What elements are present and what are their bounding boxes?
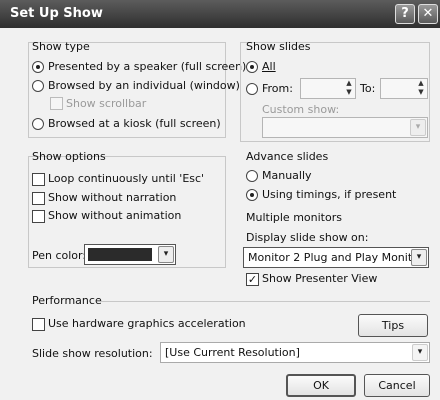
chevron-down-icon[interactable]: ▾	[410, 119, 426, 136]
resolution-value: [Use Current Resolution]	[165, 346, 300, 359]
label-from: From:	[262, 82, 293, 95]
label-manually: Manually	[262, 169, 312, 182]
loop-checkbox[interactable]	[32, 173, 45, 186]
label-using-timings: Using timings, if present	[262, 188, 397, 201]
hw-accel-checkbox[interactable]	[32, 318, 45, 331]
radio-browsed-by-individual[interactable]	[32, 80, 44, 92]
no-animation-checkbox[interactable]	[32, 210, 45, 223]
radio-using-timings[interactable]	[246, 189, 258, 201]
display-on-label: Display slide show on:	[246, 231, 369, 244]
tips-button[interactable]: Tips	[358, 314, 428, 337]
label-browsed-at-kiosk: Browsed at a kiosk (full screen)	[48, 117, 221, 130]
ok-button[interactable]: OK	[286, 374, 356, 397]
performance-divider	[100, 301, 430, 302]
performance-heading: Performance	[32, 294, 102, 307]
spin-down-icon[interactable]: ▼	[418, 88, 423, 96]
from-spin-arrows[interactable]: ▲ ▼	[343, 79, 355, 98]
advance-slides-heading: Advance slides	[246, 150, 329, 163]
show-scrollbar-label: Show scrollbar	[66, 97, 147, 110]
spin-down-icon[interactable]: ▼	[346, 88, 351, 96]
presenter-view-checkbox[interactable]: ✓	[246, 273, 259, 286]
help-button[interactable]: ?	[395, 4, 415, 24]
presenter-view-label: Show Presenter View	[262, 272, 378, 285]
label-browsed-by-individual: Browsed by an individual (window)	[48, 79, 240, 92]
custom-show-label: Custom show:	[262, 103, 340, 116]
pen-color-label: Pen color:	[32, 249, 87, 262]
resolution-label: Slide show resolution:	[32, 347, 153, 360]
set-up-show-dialog: Set Up Show ? ✕ Show type Presented by a…	[0, 0, 440, 400]
show-options-heading: Show options	[32, 150, 106, 163]
loop-label: Loop continuously until 'Esc'	[48, 172, 205, 185]
resolution-dropdown[interactable]: [Use Current Resolution] ▾	[160, 342, 430, 363]
dialog-title: Set Up Show	[10, 6, 103, 21]
pen-color-picker[interactable]: ▾	[84, 244, 176, 265]
pen-color-swatch	[88, 248, 152, 261]
custom-show-dropdown[interactable]: ▾	[262, 117, 428, 138]
multiple-monitors-heading: Multiple monitors	[246, 211, 342, 224]
show-scrollbar-checkbox[interactable]	[50, 97, 63, 110]
close-button[interactable]: ✕	[418, 4, 438, 24]
label-presented-by-speaker: Presented by a speaker (full screen)	[48, 60, 247, 73]
radio-presented-by-speaker[interactable]	[32, 61, 44, 73]
hw-accel-label: Use hardware graphics acceleration	[48, 317, 246, 330]
label-all-slides: All	[262, 60, 276, 73]
title-bar[interactable]: Set Up Show ? ✕	[0, 0, 440, 28]
no-animation-label: Show without animation	[48, 209, 182, 222]
from-slide-spinner[interactable]: ▲ ▼	[300, 78, 356, 99]
display-monitor-value: Monitor 2 Plug and Play Monitor	[248, 251, 424, 264]
chevron-down-icon[interactable]: ▾	[158, 246, 174, 263]
radio-browsed-at-kiosk[interactable]	[32, 118, 44, 130]
radio-all-slides[interactable]	[246, 61, 258, 73]
show-slides-heading: Show slides	[246, 40, 311, 53]
spin-up-icon[interactable]: ▲	[346, 79, 351, 87]
label-to: To:	[360, 82, 376, 95]
no-narration-checkbox[interactable]	[32, 192, 45, 205]
radio-from-slides[interactable]	[246, 83, 258, 95]
radio-manually[interactable]	[246, 170, 258, 182]
display-monitor-dropdown[interactable]: Monitor 2 Plug and Play Monitor ▾	[243, 247, 429, 268]
chevron-down-icon[interactable]: ▾	[411, 249, 427, 266]
chevron-down-icon[interactable]: ▾	[412, 344, 428, 361]
show-type-heading: Show type	[32, 40, 90, 53]
cancel-button[interactable]: Cancel	[364, 374, 430, 397]
to-spin-arrows[interactable]: ▲ ▼	[415, 79, 427, 98]
spin-up-icon[interactable]: ▲	[418, 79, 423, 87]
to-slide-spinner[interactable]: ▲ ▼	[380, 78, 428, 99]
no-narration-label: Show without narration	[48, 191, 177, 204]
